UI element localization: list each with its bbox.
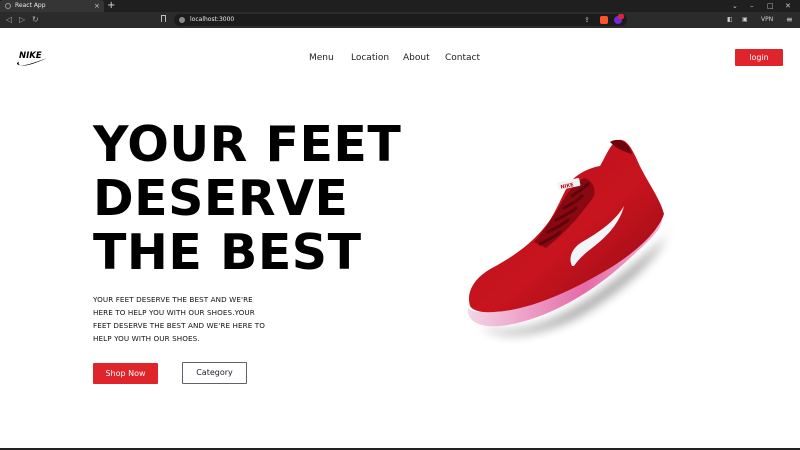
- minimize-icon[interactable]: –: [750, 0, 754, 12]
- hero-description: YOUR FEET DESERVE THE BEST AND WE'RE HER…: [93, 295, 266, 343]
- bookmark-icon[interactable]: [161, 15, 166, 22]
- nav-about-link[interactable]: About: [403, 52, 430, 64]
- category-button[interactable]: Category: [182, 362, 247, 384]
- nike-logo-icon[interactable]: NIKE: [16, 48, 48, 68]
- browser-tabstrip: React App × + ⌄ – □ ✕: [0, 0, 800, 12]
- brave-shields-icon[interactable]: [600, 16, 608, 24]
- red-shoe-image: NIKE: [467, 139, 671, 335]
- wallet-icon[interactable]: ▣: [742, 14, 748, 26]
- svg-text:NIKE: NIKE: [19, 51, 42, 61]
- maximize-icon[interactable]: □: [767, 0, 774, 12]
- page: NIKE Menu Location About Contact login Y…: [0, 28, 800, 450]
- hero-title: YOUR FEET DESERVE THE BEST: [93, 118, 433, 280]
- hero-title-line: THE BEST: [93, 224, 362, 281]
- nav-contact-link[interactable]: Contact: [445, 52, 480, 64]
- tab-title: React App: [15, 2, 46, 9]
- menu-icon[interactable]: ≡: [786, 14, 793, 26]
- close-tab-icon[interactable]: ×: [94, 1, 100, 11]
- sidebar-icon[interactable]: ◧: [727, 14, 733, 26]
- address-bar[interactable]: localhost:3000 ⇪: [174, 14, 627, 26]
- url-text[interactable]: localhost:3000: [190, 14, 234, 26]
- forward-icon[interactable]: ▷: [19, 14, 25, 26]
- globe-icon: [5, 3, 11, 9]
- nav-menu-link[interactable]: Menu: [309, 52, 334, 64]
- login-button[interactable]: login: [735, 49, 783, 66]
- hero-title-line: DESERVE: [93, 170, 349, 227]
- rewards-badge: [618, 14, 624, 19]
- browser-tab[interactable]: React App ×: [0, 0, 104, 12]
- new-tab-button[interactable]: +: [107, 0, 115, 12]
- shop-now-button[interactable]: Shop Now: [93, 363, 158, 384]
- browser-toolbar: ◁ ▷ ↻ localhost:3000 ⇪ ◧ ▣ VPN ≡: [0, 12, 800, 28]
- reload-icon[interactable]: ↻: [32, 14, 39, 26]
- vpn-button[interactable]: VPN: [761, 14, 773, 26]
- hero-title-line: YOUR FEET: [93, 116, 402, 173]
- window-close-icon[interactable]: ✕: [785, 0, 791, 12]
- nav-location-link[interactable]: Location: [351, 52, 389, 64]
- tab-search-icon[interactable]: ⌄: [732, 0, 738, 12]
- back-icon[interactable]: ◁: [6, 14, 12, 26]
- share-icon[interactable]: ⇪: [584, 14, 590, 26]
- site-info-icon[interactable]: [179, 17, 185, 23]
